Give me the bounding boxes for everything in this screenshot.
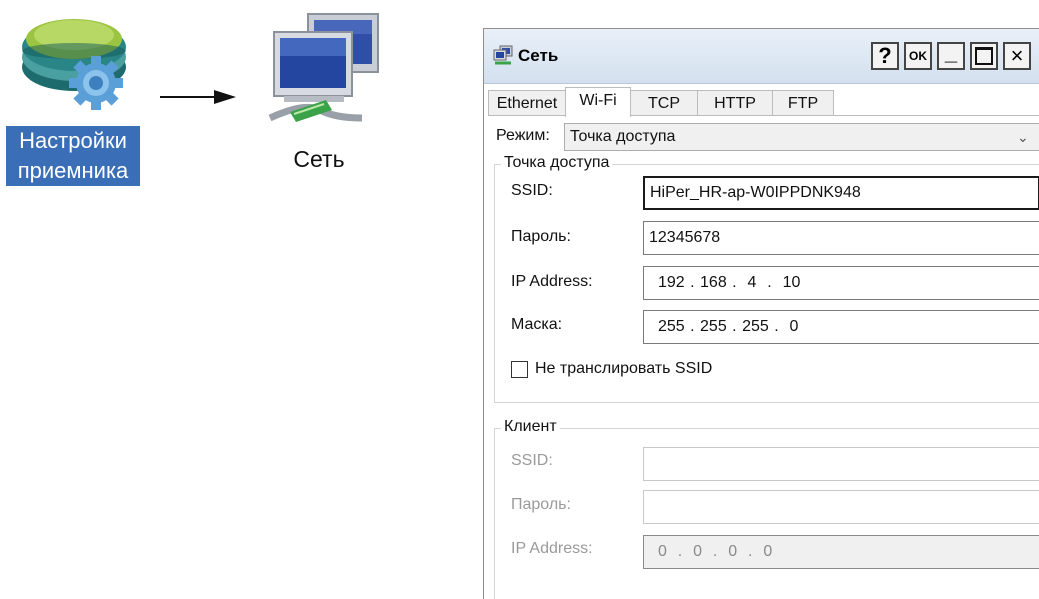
client-password-label: Пароль: (511, 496, 571, 513)
mode-value: Точка доступа (570, 128, 676, 145)
title-bar[interactable]: Сеть ? OK _ × (484, 29, 1039, 84)
ap-mask-input[interactable]: 255 . 255 . 255 . 0 (643, 310, 1039, 344)
help-button[interactable]: ? (871, 42, 899, 70)
network-small-icon (493, 45, 513, 65)
ap-mask-label: Маска: (511, 316, 563, 333)
dialog-title: Сеть (518, 46, 559, 65)
tab-ethernet[interactable]: Ethernet (488, 90, 566, 116)
hide-ssid-label: Не транслировать SSID (535, 360, 713, 377)
ok-button[interactable]: OK (904, 42, 932, 70)
maximize-icon (975, 47, 993, 65)
receiver-label-line1: Настройки (19, 128, 127, 153)
tab-wifi[interactable]: Wi-Fi (565, 87, 631, 117)
tab-http[interactable]: HTTP (697, 90, 773, 116)
ap-ssid-input[interactable]: HiPer_HR-ap-W0IPPDNK948 (643, 176, 1039, 210)
client-ip-label: IP Address: (511, 540, 593, 557)
network-label[interactable]: Сеть (264, 146, 374, 173)
ap-password-input[interactable]: 12345678 (643, 221, 1039, 255)
arrow-icon (160, 90, 236, 104)
ap-password-label: Пароль: (511, 228, 571, 245)
mode-label: Режим: (496, 127, 550, 144)
client-password-input[interactable] (643, 490, 1039, 524)
ap-ip-input[interactable]: 192 . 168 . 4 . 10 (643, 266, 1039, 300)
access-point-group: Точка доступа SSID: HiPer_HR-ap-W0IPPDNK… (494, 154, 1039, 403)
tab-ftp[interactable]: FTP (772, 90, 834, 116)
mode-select[interactable]: Точка доступа ⌄ (564, 123, 1039, 151)
ap-ssid-label: SSID: (511, 182, 553, 199)
hide-ssid-checkbox[interactable] (511, 361, 528, 378)
client-ssid-label: SSID: (511, 452, 553, 469)
close-button[interactable]: × (1003, 42, 1031, 70)
minimize-button[interactable]: _ (937, 40, 965, 70)
client-group-title: Клиент (501, 418, 560, 436)
access-point-group-title: Точка доступа (501, 154, 613, 172)
receiver-label-line2: приемника (17, 158, 129, 183)
ap-ip-label: IP Address: (511, 273, 593, 290)
chevron-down-icon: ⌄ (1017, 129, 1029, 145)
client-ssid-input[interactable] (643, 447, 1039, 481)
maximize-button[interactable] (970, 42, 998, 70)
client-group: Клиент SSID: Пароль: IP Address: 0 . 0 .… (494, 418, 1039, 599)
tab-tcp[interactable]: TCP (630, 90, 698, 116)
client-ip-input[interactable]: 0 . 0 . 0 . 0 (643, 535, 1039, 569)
dialog-body: Ethernet Wi-Fi TCP HTTP FTP Режим: Точка… (484, 84, 1039, 599)
receiver-settings-icon (22, 19, 126, 110)
network-icon (268, 13, 379, 122)
receiver-settings-label[interactable]: Настройки приемника (6, 126, 140, 186)
network-dialog: Сеть ? OK _ × Ethernet Wi-Fi TCP HTTP FT… (483, 28, 1039, 599)
